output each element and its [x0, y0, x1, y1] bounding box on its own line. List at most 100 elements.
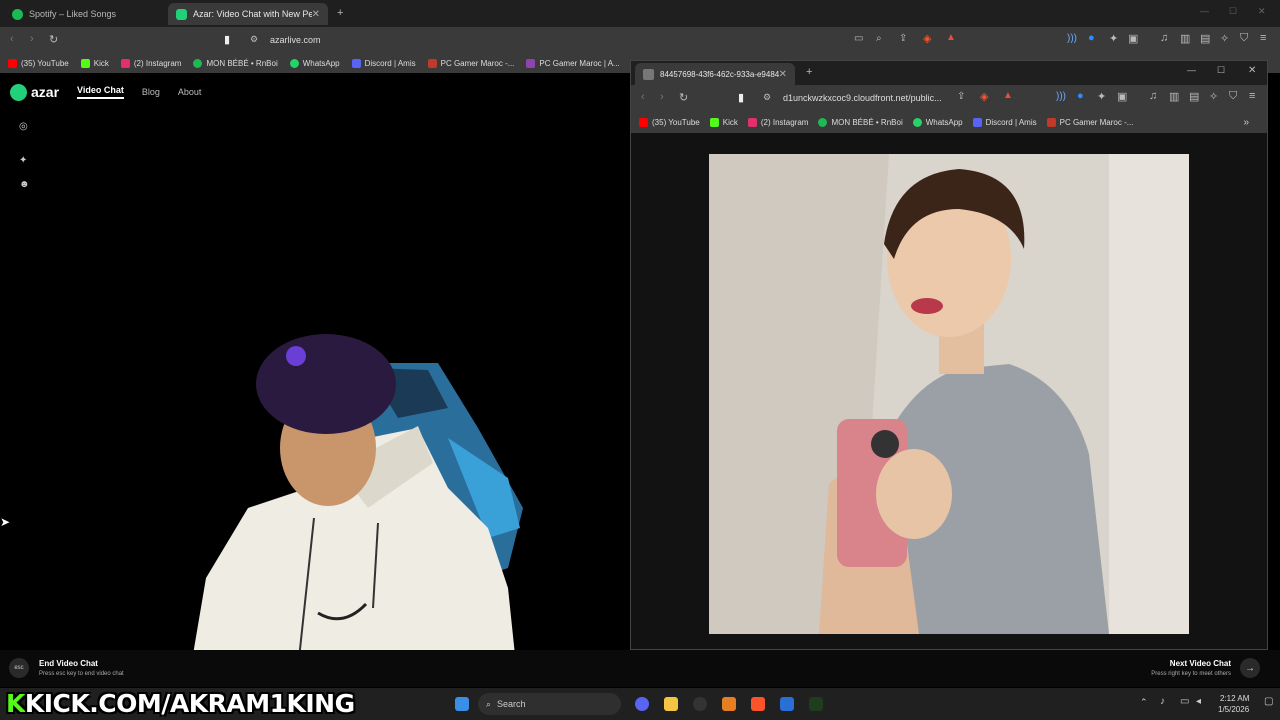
maximize-icon[interactable]: ☐ [1229, 6, 1237, 17]
back-icon[interactable]: ‹ [10, 33, 14, 45]
vpn-icon[interactable]: ▤ [1200, 32, 1210, 45]
network-icon[interactable]: ▭ [1180, 696, 1189, 707]
tab-spotify[interactable]: Spotify – Liked Songs [4, 3, 164, 25]
tab-azar[interactable]: Azar: Video Chat with New Pe ✕ [168, 3, 328, 25]
page-icon [643, 68, 654, 80]
brave-rewards-icon[interactable]: ▲ [946, 32, 956, 43]
minimize-icon[interactable]: — [1200, 6, 1209, 16]
tray-chevron-icon[interactable]: ⌃ [1140, 697, 1148, 708]
reload-icon[interactable]: ↻ [679, 91, 688, 104]
forward-icon[interactable]: › [30, 33, 34, 45]
new-tab-icon[interactable]: + [806, 66, 812, 78]
puzzle-icon[interactable]: ✦ [1097, 90, 1106, 103]
bookmark-item[interactable]: PC Gamer Maroc | A... [526, 58, 620, 68]
popup-tab-bar: 84457698-43f6-462c-933a-e9484 ✕ + — ☐ ✕ [631, 61, 1267, 85]
leo-icon[interactable]: ✧ [1209, 90, 1218, 103]
effects-icon[interactable]: ✦ [19, 155, 27, 166]
sidebar-icon[interactable]: ▥ [1169, 90, 1179, 103]
nav-video-chat[interactable]: Video Chat [77, 85, 124, 99]
windows-start-icon[interactable] [455, 697, 469, 711]
file-explorer-icon[interactable] [664, 697, 678, 711]
music-icon[interactable]: ♫ [1149, 90, 1157, 102]
app-icon[interactable] [722, 697, 736, 711]
popup-tab[interactable]: 84457698-43f6-462c-933a-e9484 ✕ [635, 63, 795, 85]
puzzle-icon[interactable]: ✦ [1109, 32, 1118, 45]
bookmark-item[interactable]: WhatsApp [912, 117, 963, 127]
bookmark-item[interactable]: Discord | Amis [351, 58, 416, 68]
popup-url-input[interactable]: d1unckwzkxcoc9.cloudfront.net/public... [783, 93, 942, 103]
close-window-icon[interactable]: ✕ [1248, 65, 1256, 76]
music-icon[interactable]: ♫ [1160, 32, 1168, 44]
bookmark-item[interactable]: Kick [80, 58, 109, 68]
video-person-illustration [8, 108, 628, 684]
brave-rewards-icon[interactable]: ▲ [1003, 90, 1013, 101]
brave-shield-icon[interactable]: ◈ [923, 32, 931, 45]
close-window-icon[interactable]: ✕ [1258, 6, 1266, 17]
obs-icon[interactable] [693, 697, 707, 711]
taskbar-date[interactable]: 1/5/2026 [1218, 705, 1249, 714]
share-icon[interactable]: ⇪ [957, 91, 965, 102]
share-icon[interactable]: ⇪ [899, 33, 907, 44]
minimize-icon[interactable]: — [1187, 65, 1196, 75]
bookmark-item[interactable]: PC Gamer Maroc -... [1046, 117, 1133, 127]
bookmark-item[interactable]: PC Gamer Maroc -... [427, 58, 514, 68]
kick-icon [709, 117, 719, 127]
shield-icon[interactable]: ⛉ [1240, 32, 1248, 45]
bookmark-icon[interactable]: ▮ [224, 33, 230, 46]
bookmark-item[interactable]: MON BÉBÉ • RnBoi [193, 58, 278, 68]
url-input[interactable]: azarlive.com [270, 35, 321, 45]
next-video-chat-button[interactable]: Next Video Chat [1170, 659, 1231, 668]
brave-shield-icon[interactable]: ◈ [980, 90, 988, 103]
menu-icon[interactable]: ≡ [1249, 90, 1255, 102]
bookmark-item[interactable]: WhatsApp [289, 58, 340, 68]
close-tab-icon[interactable]: ✕ [779, 69, 787, 80]
new-tab-icon[interactable]: + [337, 7, 343, 19]
extension-icon[interactable]: ● [1077, 90, 1084, 102]
store-icon[interactable] [780, 697, 794, 711]
maximize-icon[interactable]: ☐ [1217, 65, 1225, 76]
site-info-icon[interactable]: ⚙ [250, 34, 258, 45]
right-arrow-icon[interactable]: → [1240, 658, 1260, 678]
more-bookmarks-icon[interactable]: » [1243, 117, 1249, 128]
leo-icon[interactable]: ✧ [1220, 32, 1229, 45]
bookmark-item[interactable]: Discord | Amis [972, 117, 1037, 127]
back-icon[interactable]: ‹ [641, 91, 645, 103]
forward-icon[interactable]: › [660, 91, 664, 103]
vpn-icon[interactable]: ▤ [1189, 90, 1199, 103]
brave-app-icon[interactable] [751, 697, 765, 711]
nav-about[interactable]: About [178, 87, 202, 97]
site-info-icon[interactable]: ⚙ [763, 92, 771, 103]
microphone-icon[interactable]: ♪ [1160, 696, 1165, 707]
bookmark-item[interactable]: (35) YouTube [639, 117, 700, 127]
sticker-icon[interactable]: ☻ [19, 179, 30, 190]
reload-icon[interactable]: ↻ [49, 33, 58, 46]
esc-key-button[interactable]: esc [9, 658, 29, 678]
bookmark-item[interactable]: Kick [709, 117, 738, 127]
menu-icon[interactable]: ≡ [1260, 32, 1266, 44]
extension-icon[interactable]: ● [1088, 32, 1095, 44]
zoom-icon[interactable]: ⌕ [876, 33, 882, 44]
close-tab-icon[interactable]: ✕ [312, 9, 320, 20]
bookmark-icon[interactable]: ▮ [738, 91, 744, 104]
end-video-chat-button[interactable]: End Video Chat [39, 659, 98, 668]
volume-icon[interactable]: ◂ [1196, 696, 1201, 707]
filter-icon[interactable]: ◎ [19, 121, 28, 132]
bookmark-item[interactable]: (35) YouTube [8, 58, 69, 68]
taskbar-search-box[interactable]: ⌕ Search [478, 693, 621, 715]
terminal-icon[interactable] [809, 697, 823, 711]
wallet-icon[interactable]: ▣ [1117, 90, 1127, 103]
audio-icon[interactable]: ))) [1056, 91, 1066, 102]
shield-icon[interactable]: ⛉ [1229, 90, 1237, 103]
sidebar-icon[interactable]: ▥ [1180, 32, 1190, 45]
audio-icon[interactable]: ))) [1067, 33, 1077, 44]
notification-icon[interactable]: ▢ [1264, 696, 1273, 707]
bookmark-item[interactable]: (2) Instagram [120, 58, 181, 68]
bookmark-item[interactable]: MON BÉBÉ • RnBoi [818, 117, 903, 127]
nav-blog[interactable]: Blog [142, 87, 160, 97]
cast-icon[interactable]: ▭ [854, 33, 863, 44]
taskbar-time[interactable]: 2:12 AM [1220, 694, 1249, 703]
azar-logo[interactable]: azar [10, 83, 59, 101]
wallet-icon[interactable]: ▣ [1128, 32, 1138, 45]
discord-app-icon[interactable] [635, 697, 649, 711]
bookmark-item[interactable]: (2) Instagram [747, 117, 808, 127]
